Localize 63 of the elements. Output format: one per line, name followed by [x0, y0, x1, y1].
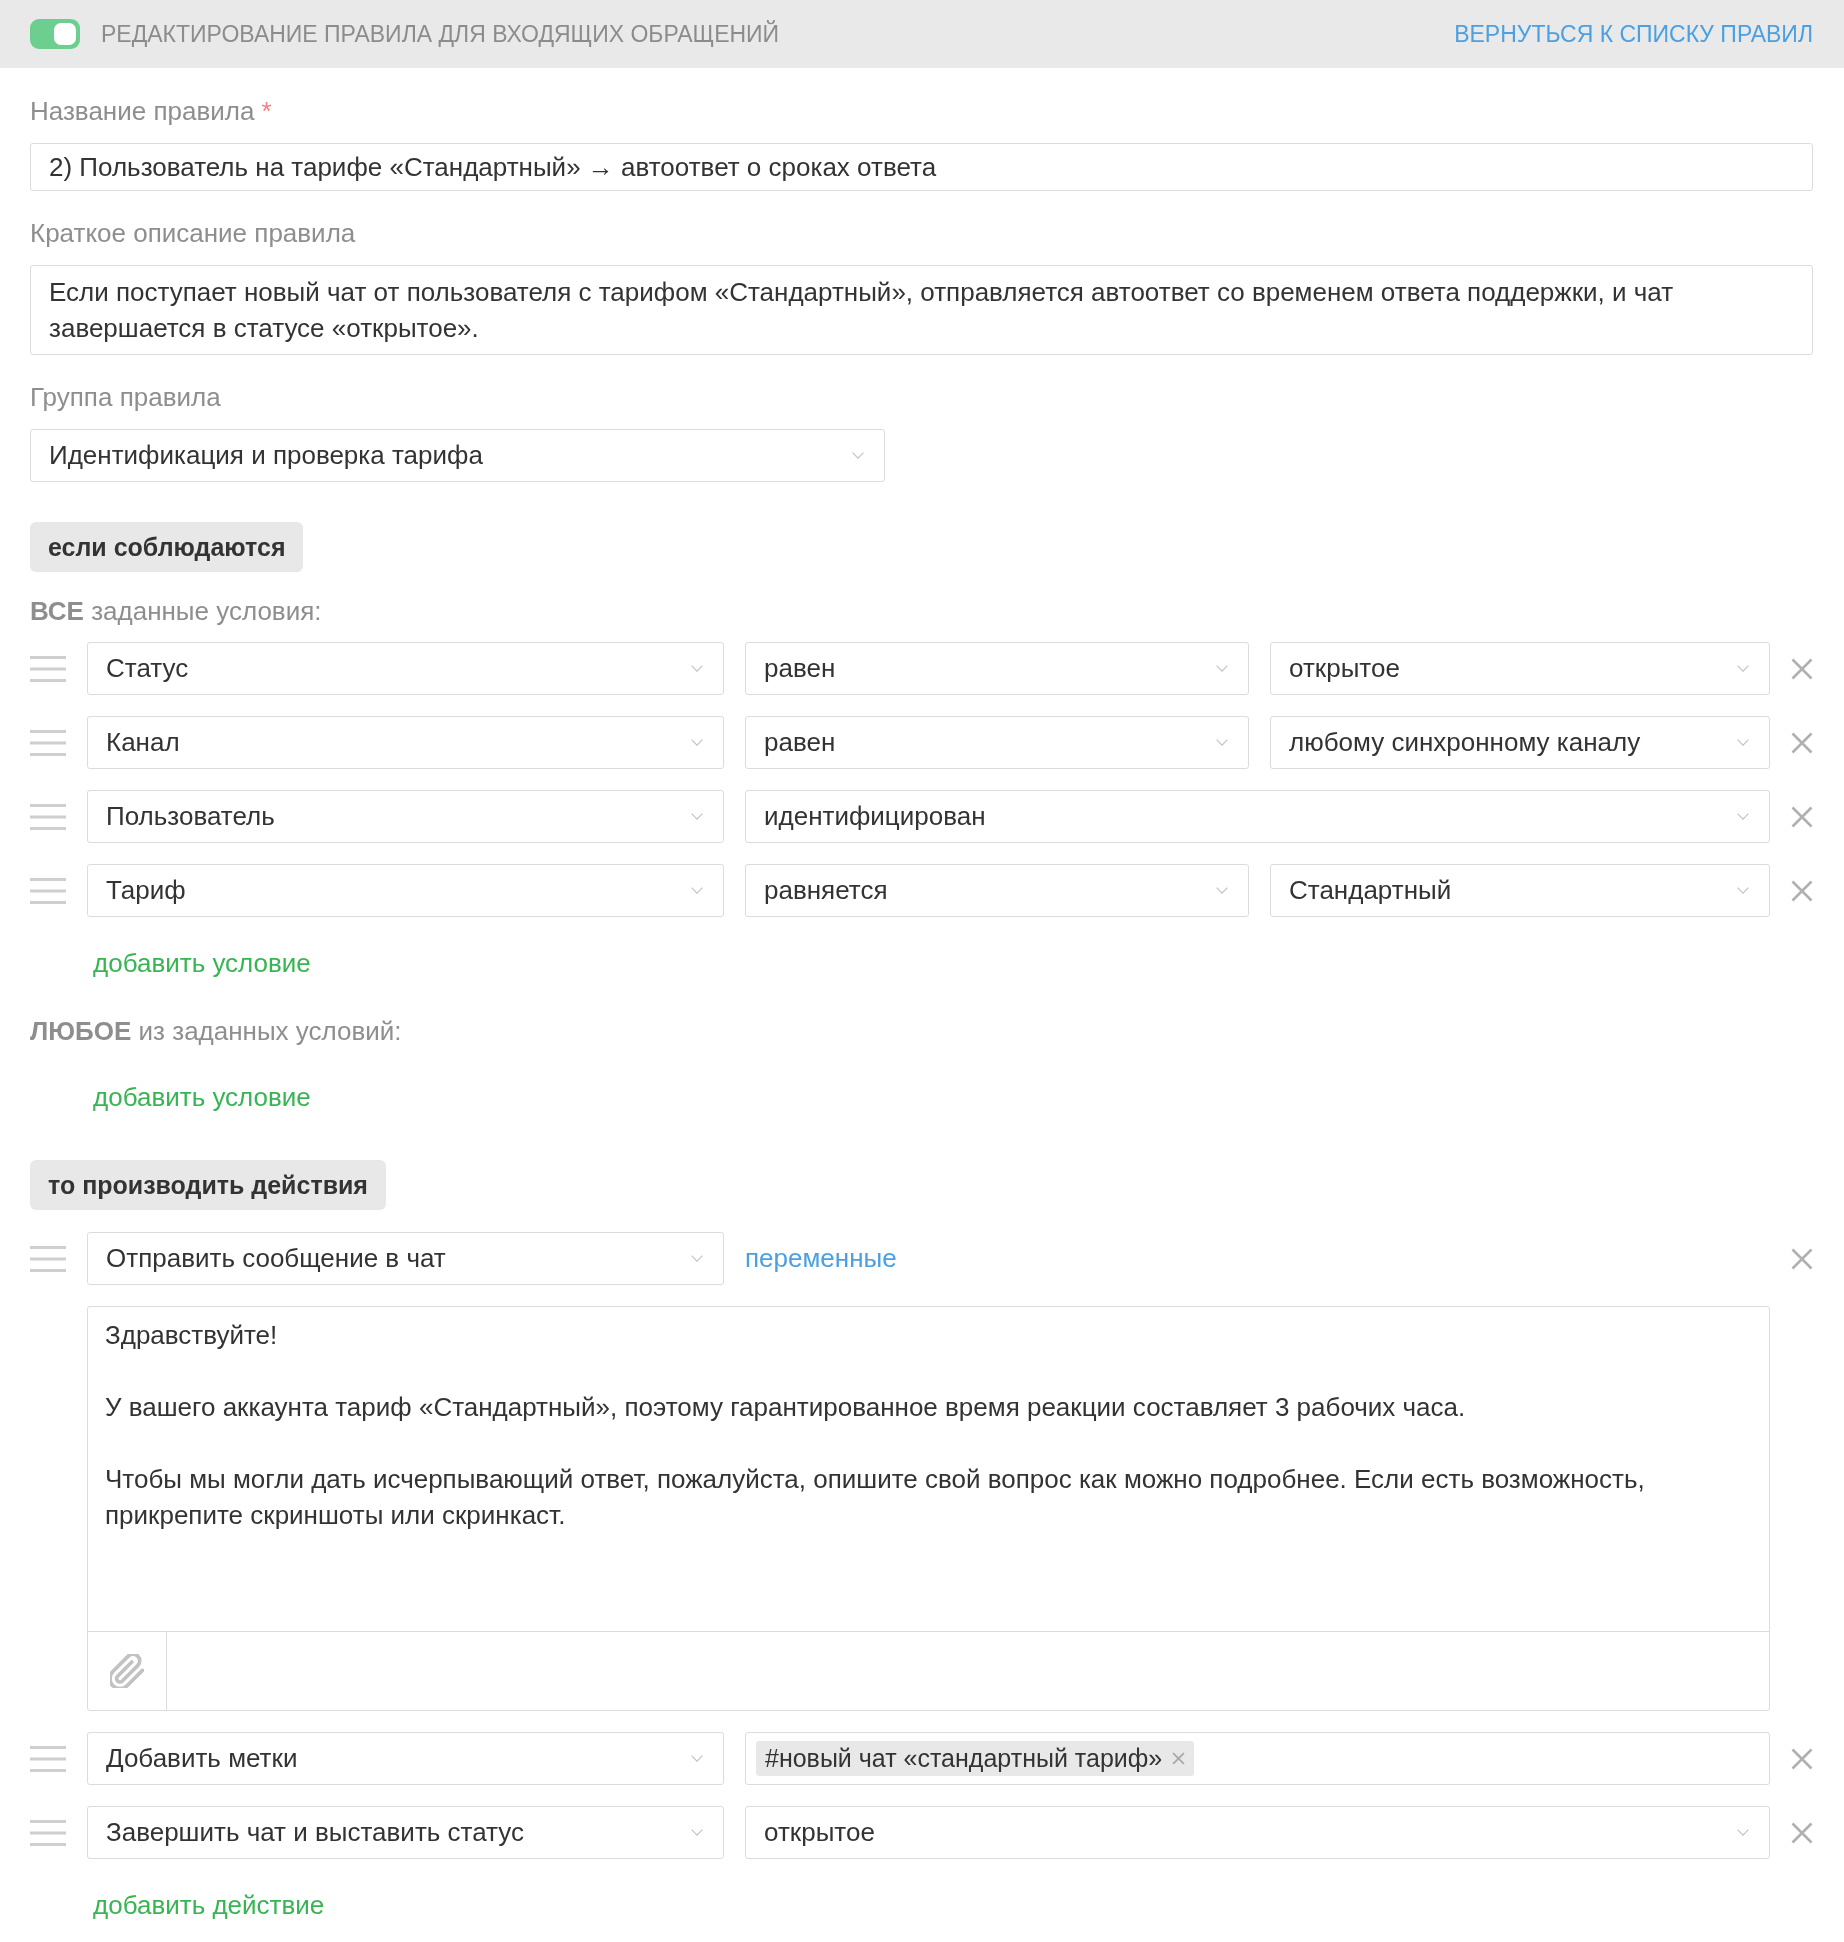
- paperclip-icon: [110, 1654, 144, 1688]
- section-heading: если соблюдаются: [30, 522, 304, 572]
- description-field[interactable]: Если поступает новый чат от пользователя с тарифом «Стандартный», отправляется автоответ со временем ответа поддержки, и чат завершается в статусе «открытое».: [30, 265, 1813, 355]
- value-select[interactable]: Стандартный: [1270, 864, 1770, 917]
- field-select[interactable]: Канал: [87, 716, 724, 769]
- rule-name-field[interactable]: 2) Пользователь на тарифе «Стандартный» → автоответ о сроках ответа: [30, 143, 1813, 191]
- close-icon[interactable]: [1791, 1747, 1813, 1770]
- operator-select[interactable]: идентифицирован: [745, 790, 1770, 843]
- close-icon[interactable]: [1791, 1821, 1813, 1844]
- value-select[interactable]: любому синхронному каналу: [1270, 716, 1770, 769]
- field-label: Краткое описание правила: [30, 218, 356, 248]
- drag-handle-icon[interactable]: [30, 1245, 66, 1272]
- chevron-icon: [691, 887, 703, 894]
- action-select[interactable]: Отправить сообщение в чат: [87, 1232, 724, 1285]
- remove-icon[interactable]: [1172, 1752, 1186, 1765]
- chevron-icon: [691, 665, 703, 672]
- chevron-icon: [1737, 665, 1749, 672]
- chevron-icon: [1216, 665, 1228, 672]
- chevron-icon: [1737, 739, 1749, 746]
- tag-chip: #новый чат «стандартный тариф»: [756, 1741, 1195, 1776]
- conditions-subheading: ВСЕ заданные условия:: [30, 596, 322, 626]
- action-select[interactable]: Завершить чат и выставить статус: [87, 1806, 724, 1859]
- field-select[interactable]: Тариф: [87, 864, 724, 917]
- chevron-icon: [1737, 887, 1749, 894]
- drag-handle-icon[interactable]: [30, 729, 66, 756]
- close-icon[interactable]: [1791, 805, 1813, 828]
- page-title: РЕДАКТИРОВАНИЕ ПРАВИЛА ДЛЯ ВХОДЯЩИХ ОБРАЩЕНИЙ: [101, 20, 780, 48]
- message-field[interactable]: Здравствуйте! У вашего аккаунта тариф «Стандартный», поэтому гарантированное время реакции составляет 3 рабочих часа. Чтобы мы могли дать исчерпывающий ответ, пожалуйста, опишите свой вопрос как можно подробнее. Если есть возможность, прикрепите скриншоты или скринкаст.: [88, 1307, 1769, 1631]
- close-icon[interactable]: [1791, 1247, 1813, 1270]
- close-icon[interactable]: [1791, 731, 1813, 754]
- operator-select[interactable]: равен: [745, 642, 1249, 695]
- drag-handle-icon[interactable]: [30, 1819, 66, 1846]
- close-icon[interactable]: [1791, 657, 1813, 680]
- chevron-icon: [691, 739, 703, 746]
- drag-handle-icon[interactable]: [30, 655, 66, 682]
- chevron-icon: [852, 452, 864, 459]
- drag-handle-icon[interactable]: [30, 1745, 66, 1772]
- operator-select[interactable]: равен: [745, 716, 1249, 769]
- required-mark: *: [261, 96, 272, 126]
- group-select[interactable]: Идентификация и проверка тарифа: [30, 429, 885, 482]
- chevron-icon: [691, 1829, 703, 1836]
- field-label: Название правила: [30, 96, 255, 126]
- operator-select[interactable]: равняется: [745, 864, 1249, 917]
- action-select[interactable]: Добавить метки: [87, 1732, 724, 1785]
- status-select[interactable]: открытое: [745, 1806, 1770, 1859]
- conditions-subheading: ЛЮБОЕ из заданных условий:: [30, 1016, 402, 1046]
- chevron-icon: [1216, 739, 1228, 746]
- drag-handle-icon[interactable]: [30, 877, 66, 904]
- close-icon[interactable]: [1791, 879, 1813, 902]
- chevron-icon: [1737, 813, 1749, 820]
- chevron-icon: [691, 1755, 703, 1762]
- field-label: Группа правила: [30, 382, 221, 412]
- tags-field[interactable]: #новый чат «стандартный тариф»: [745, 1732, 1770, 1785]
- field-select[interactable]: Статус: [87, 642, 724, 695]
- toggle-switch[interactable]: [30, 19, 80, 49]
- section-heading: то производить действия: [30, 1160, 386, 1210]
- drag-handle-icon[interactable]: [30, 803, 66, 830]
- chevron-icon: [691, 813, 703, 820]
- value-select[interactable]: открытое: [1270, 642, 1770, 695]
- chevron-icon: [1737, 1829, 1749, 1836]
- chevron-icon: [691, 1255, 703, 1262]
- field-select[interactable]: Пользователь: [87, 790, 724, 843]
- chevron-icon: [1216, 887, 1228, 894]
